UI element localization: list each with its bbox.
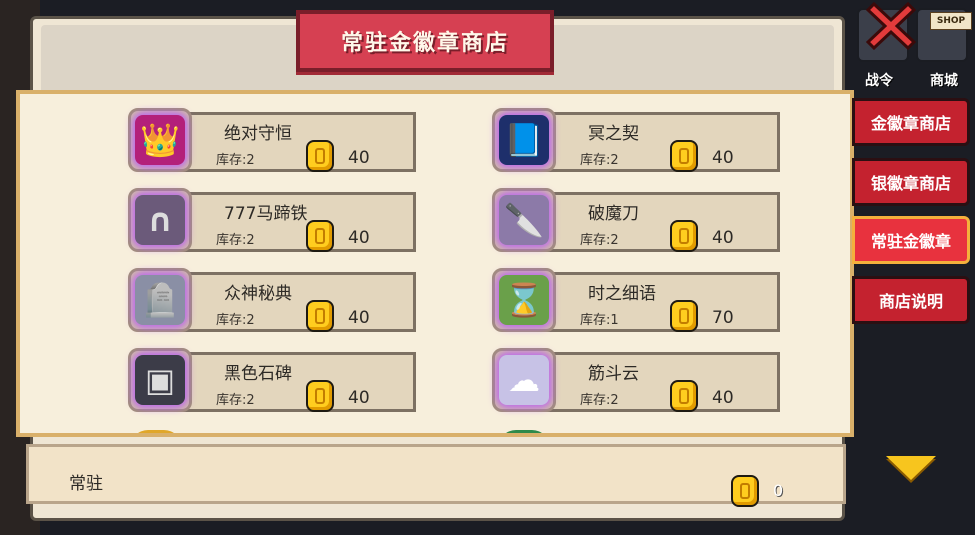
shop-item[interactable]: ▣ 黑色石碑 库存:2 40 — [128, 348, 416, 412]
shop-item[interactable]: ∩ 777马蹄铁 库存:2 40 — [128, 188, 416, 252]
shop-item[interactable]: 🪦 众神秘典 库存:2 40 — [128, 268, 416, 332]
item-name: 破魔刀 — [588, 204, 639, 224]
item-name: 黑色石碑 — [224, 364, 292, 384]
item-stock: 库存:2 — [216, 313, 255, 328]
cloud-icon: ☁ — [499, 355, 549, 405]
tombstone-icon: 🪦 — [135, 275, 185, 325]
battle-pass-label: 战令 — [865, 73, 893, 89]
item-stock: 库存:2 — [580, 233, 619, 248]
tab-gold-badge-shop[interactable]: 金徽章商店 — [852, 98, 970, 146]
close-icon[interactable] — [866, 0, 916, 50]
item-price: 70 — [712, 308, 734, 328]
gold-badge-icon — [731, 475, 759, 507]
shop-title: 常驻金徽章商店 — [340, 31, 509, 56]
item-price: 40 — [712, 148, 734, 168]
item-price: 40 — [348, 148, 370, 168]
item-name: 777马蹄铁 — [224, 204, 308, 224]
next-item-peek — [498, 430, 550, 433]
next-item-peek — [130, 430, 182, 433]
gold-badge-icon — [306, 300, 334, 332]
category-label: 常驻 — [69, 474, 103, 494]
shop-item[interactable]: 🔪 破魔刀 库存:2 40 — [492, 188, 780, 252]
item-price: 40 — [712, 388, 734, 408]
gold-badge-icon — [306, 140, 334, 172]
monolith-icon: ▣ — [135, 355, 185, 405]
shop-item[interactable]: 👑 绝对守恒 库存:2 40 — [128, 108, 416, 172]
tab-permanent-gold-badge[interactable]: 常驻金徽章 — [852, 216, 970, 264]
item-name: 冥之契 — [588, 124, 639, 144]
item-name: 筋斗云 — [588, 364, 639, 384]
currency-count: 0 — [773, 481, 784, 500]
mall-label: 商城 — [930, 73, 958, 89]
item-icon-frame: 👑 — [128, 108, 192, 172]
item-icon-frame: 📘 — [492, 108, 556, 172]
tab-silver-badge-shop[interactable]: 银徽章商店 — [852, 158, 970, 206]
scroll-down-arrow-icon[interactable] — [886, 456, 936, 480]
gold-badge-icon — [670, 140, 698, 172]
shop-item[interactable]: ⌛ 时之细语 库存:1 70 — [492, 268, 780, 332]
gold-badge-icon — [306, 380, 334, 412]
item-price: 40 — [348, 308, 370, 328]
gold-badge-icon — [670, 300, 698, 332]
gold-badge-icon — [670, 380, 698, 412]
item-price: 40 — [348, 228, 370, 248]
currency-bar: 常驻 0 — [26, 444, 846, 507]
item-price: 40 — [348, 388, 370, 408]
gold-badge-icon — [306, 220, 334, 252]
shop-item[interactable]: 📘 冥之契 库存:2 40 — [492, 108, 780, 172]
crown-icon: 👑 — [135, 115, 185, 165]
item-list-panel[interactable]: 👑 绝对守恒 库存:2 40 📘 冥之契 库存:2 40 ∩ 777马蹄铁 库存… — [16, 90, 854, 437]
item-stock: 库存:2 — [216, 153, 255, 168]
item-stock: 库存:1 — [580, 313, 619, 328]
item-stock: 库存:2 — [580, 153, 619, 168]
item-price: 40 — [712, 228, 734, 248]
item-name: 绝对守恒 — [224, 124, 292, 144]
tab-shop-info[interactable]: 商店说明 — [852, 276, 970, 324]
shop-item[interactable]: ☁ 筋斗云 库存:2 40 — [492, 348, 780, 412]
item-icon-frame: ☁ — [492, 348, 556, 412]
blade-icon: 🔪 — [499, 195, 549, 245]
item-icon-frame: ⌛ — [492, 268, 556, 332]
item-icon-frame: ▣ — [128, 348, 192, 412]
item-icon-frame: 🪦 — [128, 268, 192, 332]
item-name: 众神秘典 — [224, 284, 292, 304]
item-icon-frame: ∩ — [128, 188, 192, 252]
item-stock: 库存:2 — [216, 233, 255, 248]
item-name: 时之细语 — [588, 284, 656, 304]
shop-sign: SHOP — [930, 12, 972, 30]
item-stock: 库存:2 — [216, 393, 255, 408]
horseshoe-icon: ∩ — [135, 195, 185, 245]
item-stock: 库存:2 — [580, 393, 619, 408]
book-icon: 📘 — [499, 115, 549, 165]
gold-badge-icon — [670, 220, 698, 252]
hourglass-icon: ⌛ — [499, 275, 549, 325]
item-icon-frame: 🔪 — [492, 188, 556, 252]
title-banner: 常驻金徽章商店 — [282, 10, 568, 72]
